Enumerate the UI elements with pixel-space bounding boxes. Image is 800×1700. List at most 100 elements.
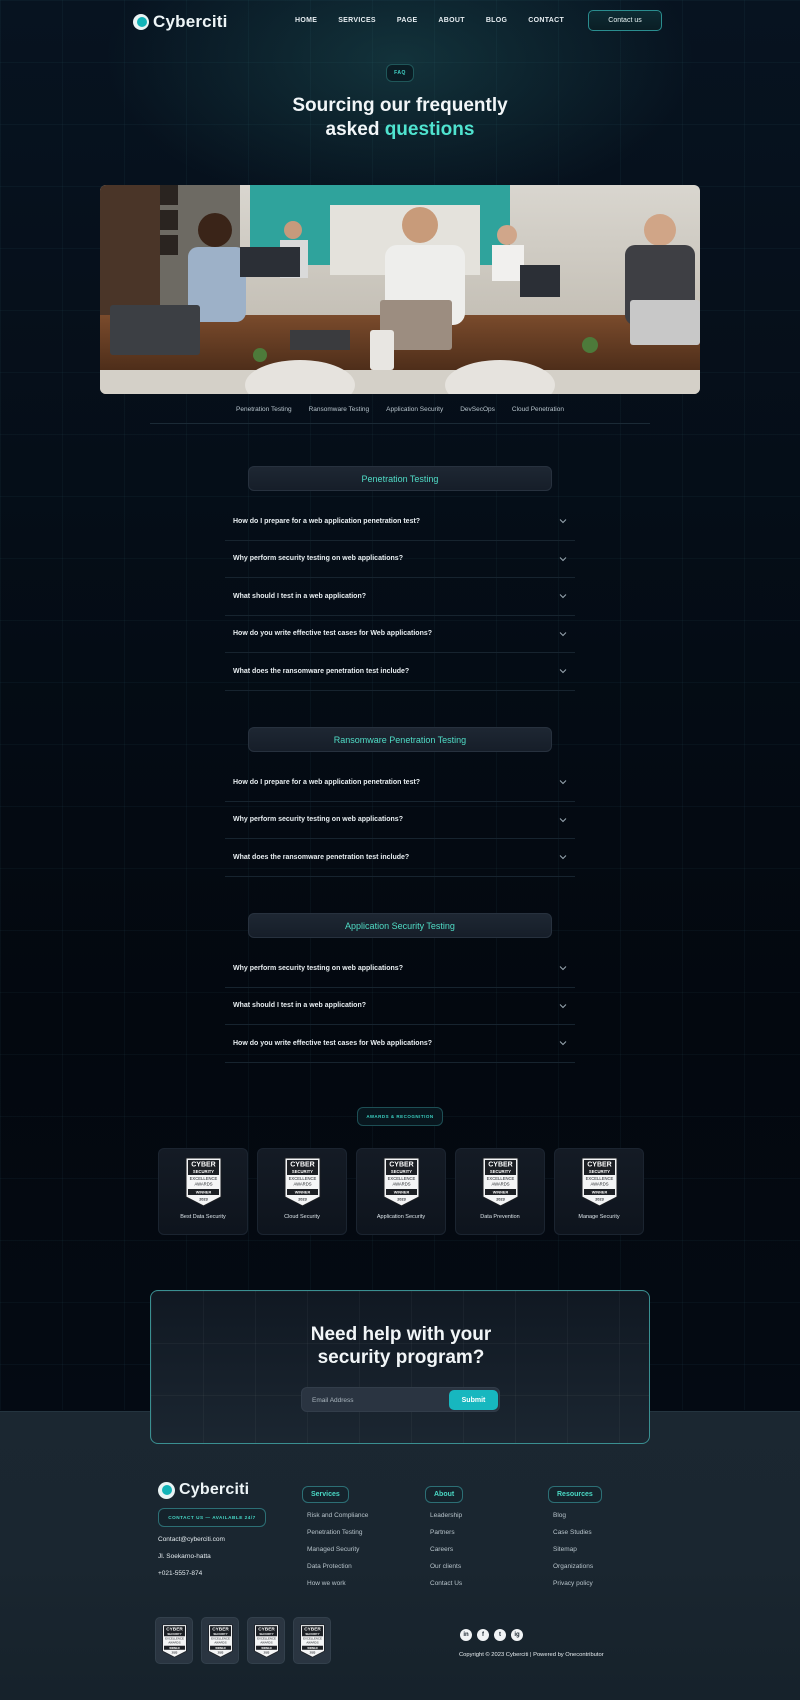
footer-link[interactable]: Leadership xyxy=(430,1512,463,1529)
svg-text:AWARDS: AWARDS xyxy=(392,1182,410,1187)
footer-link[interactable]: Data Protection xyxy=(307,1563,368,1580)
faq-item[interactable]: Why perform security testing on web appl… xyxy=(225,541,575,578)
nav-about[interactable]: ABOUT xyxy=(438,17,464,24)
faq-item[interactable]: Why perform security testing on web appl… xyxy=(225,802,575,839)
awards-badge: AWARDS & RECOGNITION xyxy=(357,1107,443,1126)
chevron-down-icon[interactable] xyxy=(559,667,567,675)
footer-link[interactable]: Privacy policy xyxy=(553,1580,602,1597)
chevron-down-icon[interactable] xyxy=(559,630,567,638)
footer-email[interactable]: Contact@cyberciti.com xyxy=(158,1536,225,1543)
footer-brand-name: Cyberciti xyxy=(179,1481,250,1498)
chevron-down-icon[interactable] xyxy=(559,964,567,972)
footer-logo[interactable]: Cyberciti xyxy=(158,1481,249,1499)
faq-item[interactable]: What should I test in a web application? xyxy=(225,988,575,1025)
brand-logo[interactable]: Cyberciti xyxy=(133,12,228,32)
chevron-down-icon[interactable] xyxy=(559,517,567,525)
footer-link[interactable]: Case Studies xyxy=(553,1529,602,1546)
section-title-application: Application Security Testing xyxy=(248,913,552,938)
award-shield-icon: CYBERSECURITYEXCELLENCEAWARDSWINNER2023 xyxy=(383,1157,419,1207)
footer-link[interactable]: Partners xyxy=(430,1529,463,1546)
instagram-icon[interactable]: ig xyxy=(511,1629,523,1641)
chevron-down-icon[interactable] xyxy=(559,816,567,824)
chevron-down-icon[interactable] xyxy=(559,592,567,600)
svg-text:2023: 2023 xyxy=(496,1198,504,1202)
tab-penetration-testing[interactable]: Penetration Testing xyxy=(236,406,292,423)
svg-text:2023: 2023 xyxy=(397,1198,405,1202)
svg-text:WINNER: WINNER xyxy=(591,1191,607,1195)
nav-page[interactable]: PAGE xyxy=(397,17,418,24)
tab-devsecops[interactable]: DevSecOps xyxy=(460,406,495,423)
svg-text:WINNER: WINNER xyxy=(169,1645,179,1649)
mini-award-badge: CYBER SECURITY EXCELLENCE AWARDS WINNER 2023 xyxy=(293,1617,331,1664)
chevron-down-icon[interactable] xyxy=(559,555,567,563)
footer-link[interactable]: How we work xyxy=(307,1580,368,1597)
tab-application-security[interactable]: Application Security xyxy=(386,406,443,423)
footer-link[interactable]: Managed Security xyxy=(307,1546,368,1563)
faq-item[interactable]: What does the ransomware penetration tes… xyxy=(225,839,575,877)
section-title-penetration: Penetration Testing xyxy=(248,466,552,491)
svg-text:SECURITY: SECURITY xyxy=(259,1631,273,1635)
faq-question: What does the ransomware penetration tes… xyxy=(233,667,410,675)
svg-text:AWARDS: AWARDS xyxy=(491,1182,509,1187)
copyright: Copyright © 2023 Cyberciti | Powered by … xyxy=(459,1652,604,1658)
award-label: Cloud Security xyxy=(284,1214,320,1220)
footer-link[interactable]: Careers xyxy=(430,1546,463,1563)
nav-home[interactable]: HOME xyxy=(295,17,317,24)
faq-item[interactable]: How do you write effective test cases fo… xyxy=(225,1025,575,1063)
faq-item[interactable]: How do I prepare for a web application p… xyxy=(225,503,575,541)
chevron-down-icon[interactable] xyxy=(559,853,567,861)
chevron-down-icon[interactable] xyxy=(559,778,567,786)
cta-title: Need help with your security program? xyxy=(151,1323,651,1369)
footer-link[interactable]: Penetration Testing xyxy=(307,1529,368,1546)
footer-link[interactable]: Our clients xyxy=(430,1563,463,1580)
nav-contact[interactable]: CONTACT xyxy=(528,17,564,24)
award-shield-icon: CYBERSECURITYEXCELLENCEAWARDSWINNER2023 xyxy=(253,1623,279,1658)
chevron-down-icon[interactable] xyxy=(559,1002,567,1010)
nav-blog[interactable]: BLOG xyxy=(486,17,507,24)
linkedin-icon[interactable]: in xyxy=(460,1629,472,1641)
award-card: CYBER SECURITY EXCELLENCE AWARDS WINNER 2023 M… xyxy=(554,1148,644,1235)
svg-text:AWARDS: AWARDS xyxy=(214,1640,226,1644)
footer-link[interactable]: Contact Us xyxy=(430,1580,463,1597)
faq-item[interactable]: How do you write effective test cases fo… xyxy=(225,616,575,653)
faq-item[interactable]: What should I test in a web application? xyxy=(225,578,575,616)
submit-button[interactable]: Submit xyxy=(449,1390,498,1410)
chevron-down-icon[interactable] xyxy=(559,1039,567,1047)
footer-col-services: Services Risk and Compliance Penetration… xyxy=(302,1483,368,1597)
faq-question: Why perform security testing on web appl… xyxy=(233,964,403,972)
faq-item[interactable]: Why perform security testing on web appl… xyxy=(225,950,575,988)
svg-text:2023: 2023 xyxy=(171,1650,177,1654)
svg-text:WINNER: WINNER xyxy=(393,1191,409,1195)
facebook-icon[interactable]: f xyxy=(477,1629,489,1641)
footer-col-title: Services xyxy=(302,1486,349,1503)
faq-item[interactable]: What does the ransomware penetration tes… xyxy=(225,653,575,691)
svg-text:AWARDS: AWARDS xyxy=(293,1182,311,1187)
svg-text:SECURITY: SECURITY xyxy=(489,1169,510,1174)
svg-text:SECURITY: SECURITY xyxy=(192,1169,213,1174)
faq-question: How do I prepare for a web application p… xyxy=(233,517,421,525)
email-input[interactable] xyxy=(312,1394,432,1406)
faq-question: Why perform security testing on web appl… xyxy=(233,816,403,824)
nav-services[interactable]: SERVICES xyxy=(338,17,376,24)
twitter-icon[interactable]: t xyxy=(494,1629,506,1641)
tab-ransomware-testing[interactable]: Ransomware Testing xyxy=(309,406,370,423)
faq-question: What does the ransomware penetration tes… xyxy=(233,853,410,861)
footer-link[interactable]: Risk and Compliance xyxy=(307,1512,368,1529)
faq-list-application: Why perform security testing on web appl… xyxy=(225,950,575,1063)
mini-award-badge: CYBER SECURITY EXCELLENCE AWARDS WINNER 2023 xyxy=(201,1617,239,1664)
faq-item[interactable]: How do I prepare for a web application p… xyxy=(225,764,575,802)
award-label: Application Security xyxy=(376,1214,426,1220)
footer-link[interactable]: Sitemap xyxy=(553,1546,602,1563)
award-card: CYBER SECURITY EXCELLENCE AWARDS WINNER 2023 B… xyxy=(158,1148,248,1235)
contact-us-button[interactable]: Contact us xyxy=(588,10,662,31)
award-card: CYBER SECURITY EXCELLENCE AWARDS WINNER 2023 D… xyxy=(455,1148,545,1235)
title-line-2: asked questions xyxy=(0,118,800,142)
contact-availability-badge: CONTACT US — AVAILABLE 24/7 xyxy=(158,1508,266,1527)
cta-box: Need help with your security program? Su… xyxy=(150,1290,650,1444)
svg-text:EXCELLENCE: EXCELLENCE xyxy=(585,1176,613,1181)
footer-link[interactable]: Organizations xyxy=(553,1563,602,1580)
faq-question: How do you write effective test cases fo… xyxy=(233,1039,433,1047)
tab-cloud-penetration[interactable]: Cloud Penetration xyxy=(512,406,564,423)
svg-text:AWARDS: AWARDS xyxy=(260,1640,272,1644)
footer-link[interactable]: Blog xyxy=(553,1512,602,1529)
